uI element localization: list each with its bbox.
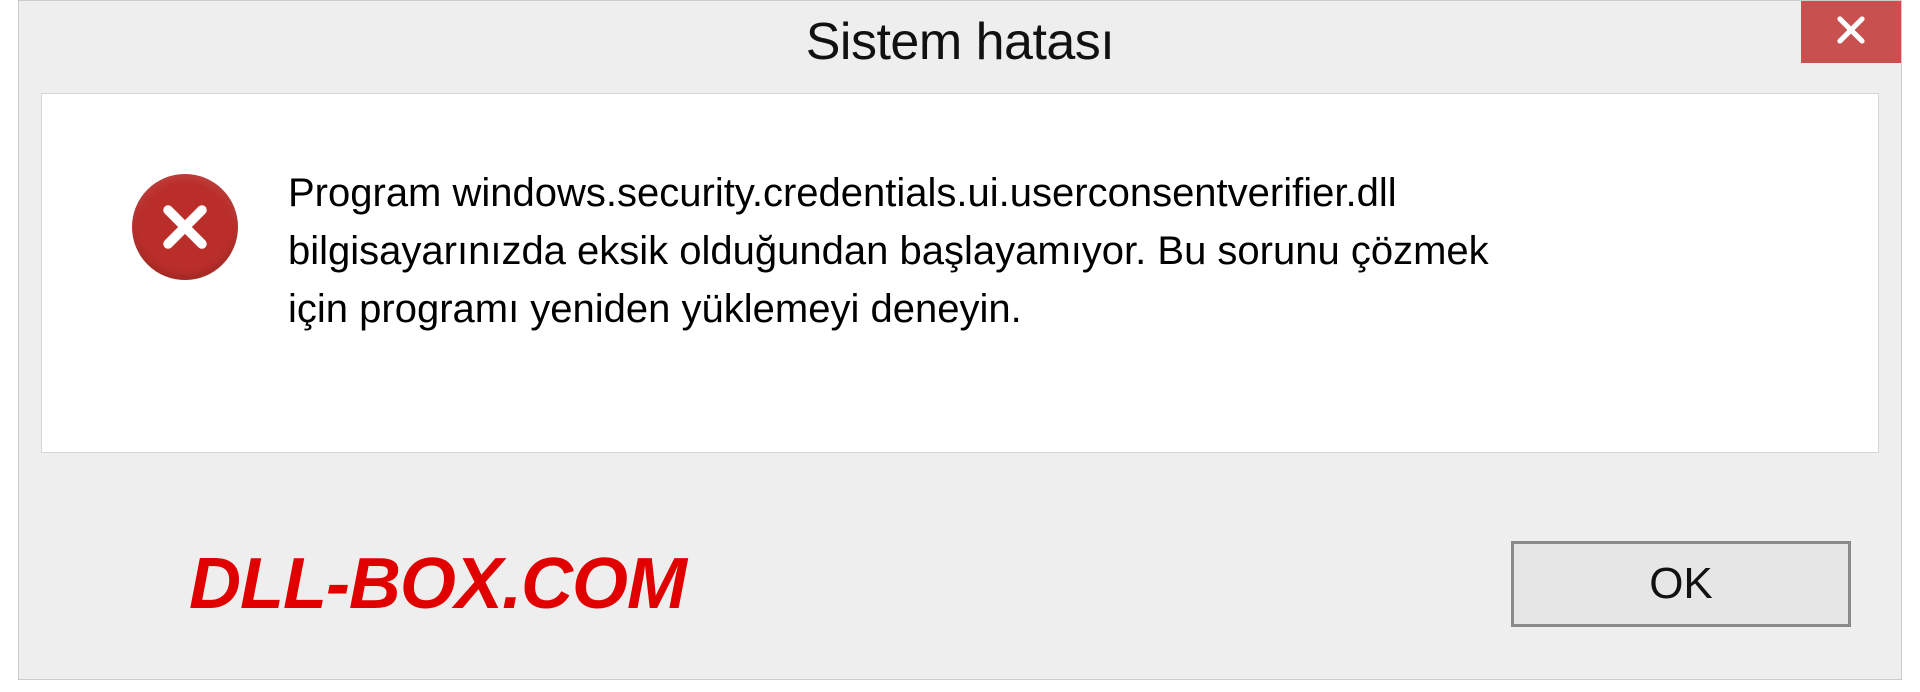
close-button[interactable]: [1801, 1, 1901, 63]
titlebar: Sistem hatası: [19, 1, 1901, 83]
error-icon: [132, 174, 238, 280]
content-panel: Program windows.security.credentials.ui.…: [41, 93, 1879, 453]
error-dialog: Sistem hatası Program windows.security.c…: [18, 0, 1902, 680]
watermark-text: DLL-BOX.COM: [189, 543, 686, 625]
dialog-footer: DLL-BOX.COM OK: [19, 489, 1901, 679]
ok-button[interactable]: OK: [1511, 541, 1851, 627]
close-icon: [1832, 11, 1870, 54]
dialog-title: Sistem hatası: [806, 12, 1115, 72]
error-message: Program windows.security.credentials.ui.…: [288, 164, 1838, 338]
